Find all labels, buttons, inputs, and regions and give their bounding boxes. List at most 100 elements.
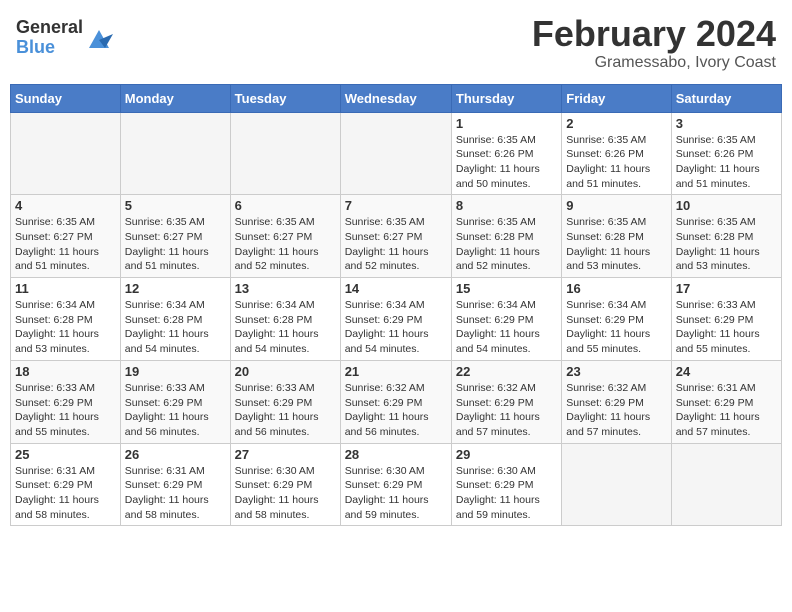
logo-general: General	[16, 18, 83, 38]
day-info: Sunrise: 6:34 AM Sunset: 6:28 PM Dayligh…	[235, 298, 336, 357]
calendar-cell	[120, 112, 230, 195]
calendar-cell: 27 Sunrise: 6:30 AM Sunset: 6:29 PM Dayli…	[230, 443, 340, 526]
calendar-cell: 17Sunrise: 6:33 AM Sunset: 6:29 PM Dayli…	[671, 278, 781, 361]
day-number: 8	[456, 198, 557, 213]
calendar-cell: 14 Sunrise: 6:34 AM Sunset: 6:29 PM Dayli…	[340, 278, 451, 361]
calendar-cell	[230, 112, 340, 195]
day-info: Sunrise: 6:35 AM Sunset: 6:27 PM Dayligh…	[15, 215, 116, 274]
day-number: 28	[345, 447, 447, 462]
calendar-cell: 16 Sunrise: 6:34 AM Sunset: 6:29 PM Dayli…	[562, 278, 671, 361]
calendar-cell: 18 Sunrise: 6:33 AM Sunset: 6:29 PM Dayli…	[11, 360, 121, 443]
day-number: 27	[235, 447, 336, 462]
day-info: Sunrise: 6:30 AM Sunset: 6:29 PM Dayligh…	[235, 464, 336, 523]
calendar-week-row: 1 Sunrise: 6:35 AM Sunset: 6:26 PM Daylig…	[11, 112, 782, 195]
page-header: General Blue February 2024 Gramessabo, I…	[10, 10, 782, 76]
calendar-cell: 10Sunrise: 6:35 AM Sunset: 6:28 PM Dayli…	[671, 195, 781, 278]
day-info: Sunrise: 6:33 AM Sunset: 6:29 PM Dayligh…	[235, 381, 336, 440]
day-number: 15	[456, 281, 557, 296]
day-info: Sunrise: 6:30 AM Sunset: 6:29 PM Dayligh…	[345, 464, 447, 523]
calendar-cell: 21 Sunrise: 6:32 AM Sunset: 6:29 PM Dayli…	[340, 360, 451, 443]
day-number: 13	[235, 281, 336, 296]
weekday-header: Monday	[120, 84, 230, 112]
calendar-cell	[562, 443, 671, 526]
logo-icon	[85, 24, 113, 52]
day-number: 12	[125, 281, 226, 296]
calendar-week-row: 18 Sunrise: 6:33 AM Sunset: 6:29 PM Dayli…	[11, 360, 782, 443]
day-info: Sunrise: 6:35 AM Sunset: 6:26 PM Dayligh…	[676, 133, 777, 192]
day-number: 14	[345, 281, 447, 296]
calendar-cell: 13 Sunrise: 6:34 AM Sunset: 6:28 PM Dayli…	[230, 278, 340, 361]
day-info: Sunrise: 6:35 AM Sunset: 6:28 PM Dayligh…	[456, 215, 557, 274]
calendar-cell: 4Sunrise: 6:35 AM Sunset: 6:27 PM Daylig…	[11, 195, 121, 278]
calendar-cell: 26 Sunrise: 6:31 AM Sunset: 6:29 PM Dayli…	[120, 443, 230, 526]
weekday-header: Saturday	[671, 84, 781, 112]
day-number: 16	[566, 281, 666, 296]
day-info: Sunrise: 6:32 AM Sunset: 6:29 PM Dayligh…	[345, 381, 447, 440]
day-info: Sunrise: 6:35 AM Sunset: 6:28 PM Dayligh…	[566, 215, 666, 274]
day-info: Sunrise: 6:34 AM Sunset: 6:29 PM Dayligh…	[345, 298, 447, 357]
logo-blue: Blue	[16, 38, 83, 58]
day-number: 19	[125, 364, 226, 379]
day-info: Sunrise: 6:34 AM Sunset: 6:28 PM Dayligh…	[125, 298, 226, 357]
calendar-cell: 20 Sunrise: 6:33 AM Sunset: 6:29 PM Dayli…	[230, 360, 340, 443]
weekday-header: Wednesday	[340, 84, 451, 112]
location: Gramessabo, Ivory Coast	[532, 54, 776, 72]
calendar-week-row: 11 Sunrise: 6:34 AM Sunset: 6:28 PM Dayli…	[11, 278, 782, 361]
day-number: 22	[456, 364, 557, 379]
calendar-cell: 15 Sunrise: 6:34 AM Sunset: 6:29 PM Dayli…	[451, 278, 561, 361]
day-info: Sunrise: 6:31 AM Sunset: 6:29 PM Dayligh…	[125, 464, 226, 523]
weekday-header: Thursday	[451, 84, 561, 112]
calendar-cell	[671, 443, 781, 526]
day-info: Sunrise: 6:35 AM Sunset: 6:26 PM Dayligh…	[456, 133, 557, 192]
day-number: 18	[15, 364, 116, 379]
day-info: Sunrise: 6:31 AM Sunset: 6:29 PM Dayligh…	[676, 381, 777, 440]
calendar-cell: 11 Sunrise: 6:34 AM Sunset: 6:28 PM Dayli…	[11, 278, 121, 361]
month-title: February 2024	[532, 14, 776, 54]
calendar-cell: 23Sunrise: 6:32 AM Sunset: 6:29 PM Dayli…	[562, 360, 671, 443]
calendar-cell: 2 Sunrise: 6:35 AM Sunset: 6:26 PM Daylig…	[562, 112, 671, 195]
day-number: 25	[15, 447, 116, 462]
day-number: 1	[456, 116, 557, 131]
calendar-cell: 12 Sunrise: 6:34 AM Sunset: 6:28 PM Dayli…	[120, 278, 230, 361]
day-number: 17	[676, 281, 777, 296]
day-number: 5	[125, 198, 226, 213]
day-info: Sunrise: 6:30 AM Sunset: 6:29 PM Dayligh…	[456, 464, 557, 523]
day-number: 6	[235, 198, 336, 213]
title-area: February 2024 Gramessabo, Ivory Coast	[532, 14, 776, 72]
day-info: Sunrise: 6:33 AM Sunset: 6:29 PM Dayligh…	[125, 381, 226, 440]
day-number: 9	[566, 198, 666, 213]
day-number: 20	[235, 364, 336, 379]
weekday-header: Tuesday	[230, 84, 340, 112]
day-number: 11	[15, 281, 116, 296]
day-number: 2	[566, 116, 666, 131]
calendar-cell: 5 Sunrise: 6:35 AM Sunset: 6:27 PM Daylig…	[120, 195, 230, 278]
day-number: 26	[125, 447, 226, 462]
weekday-header: Sunday	[11, 84, 121, 112]
calendar-cell	[340, 112, 451, 195]
day-number: 21	[345, 364, 447, 379]
day-number: 7	[345, 198, 447, 213]
day-info: Sunrise: 6:32 AM Sunset: 6:29 PM Dayligh…	[456, 381, 557, 440]
day-info: Sunrise: 6:35 AM Sunset: 6:28 PM Dayligh…	[676, 215, 777, 274]
calendar-cell: 7 Sunrise: 6:35 AM Sunset: 6:27 PM Daylig…	[340, 195, 451, 278]
day-info: Sunrise: 6:33 AM Sunset: 6:29 PM Dayligh…	[15, 381, 116, 440]
day-info: Sunrise: 6:34 AM Sunset: 6:29 PM Dayligh…	[456, 298, 557, 357]
day-info: Sunrise: 6:35 AM Sunset: 6:27 PM Dayligh…	[125, 215, 226, 274]
day-info: Sunrise: 6:34 AM Sunset: 6:28 PM Dayligh…	[15, 298, 116, 357]
day-info: Sunrise: 6:34 AM Sunset: 6:29 PM Dayligh…	[566, 298, 666, 357]
day-info: Sunrise: 6:31 AM Sunset: 6:29 PM Dayligh…	[15, 464, 116, 523]
calendar-cell: 22 Sunrise: 6:32 AM Sunset: 6:29 PM Dayli…	[451, 360, 561, 443]
calendar-cell: 24 Sunrise: 6:31 AM Sunset: 6:29 PM Dayli…	[671, 360, 781, 443]
calendar-week-row: 25 Sunrise: 6:31 AM Sunset: 6:29 PM Dayli…	[11, 443, 782, 526]
calendar-cell: 1 Sunrise: 6:35 AM Sunset: 6:26 PM Daylig…	[451, 112, 561, 195]
calendar-body: 1 Sunrise: 6:35 AM Sunset: 6:26 PM Daylig…	[11, 112, 782, 526]
day-info: Sunrise: 6:32 AM Sunset: 6:29 PM Dayligh…	[566, 381, 666, 440]
day-number: 3	[676, 116, 777, 131]
calendar-cell: 25 Sunrise: 6:31 AM Sunset: 6:29 PM Dayli…	[11, 443, 121, 526]
calendar-cell: 28 Sunrise: 6:30 AM Sunset: 6:29 PM Dayli…	[340, 443, 451, 526]
day-info: Sunrise: 6:35 AM Sunset: 6:27 PM Dayligh…	[345, 215, 447, 274]
logo: General Blue	[16, 18, 113, 58]
day-number: 29	[456, 447, 557, 462]
day-info: Sunrise: 6:35 AM Sunset: 6:26 PM Dayligh…	[566, 133, 666, 192]
day-number: 24	[676, 364, 777, 379]
